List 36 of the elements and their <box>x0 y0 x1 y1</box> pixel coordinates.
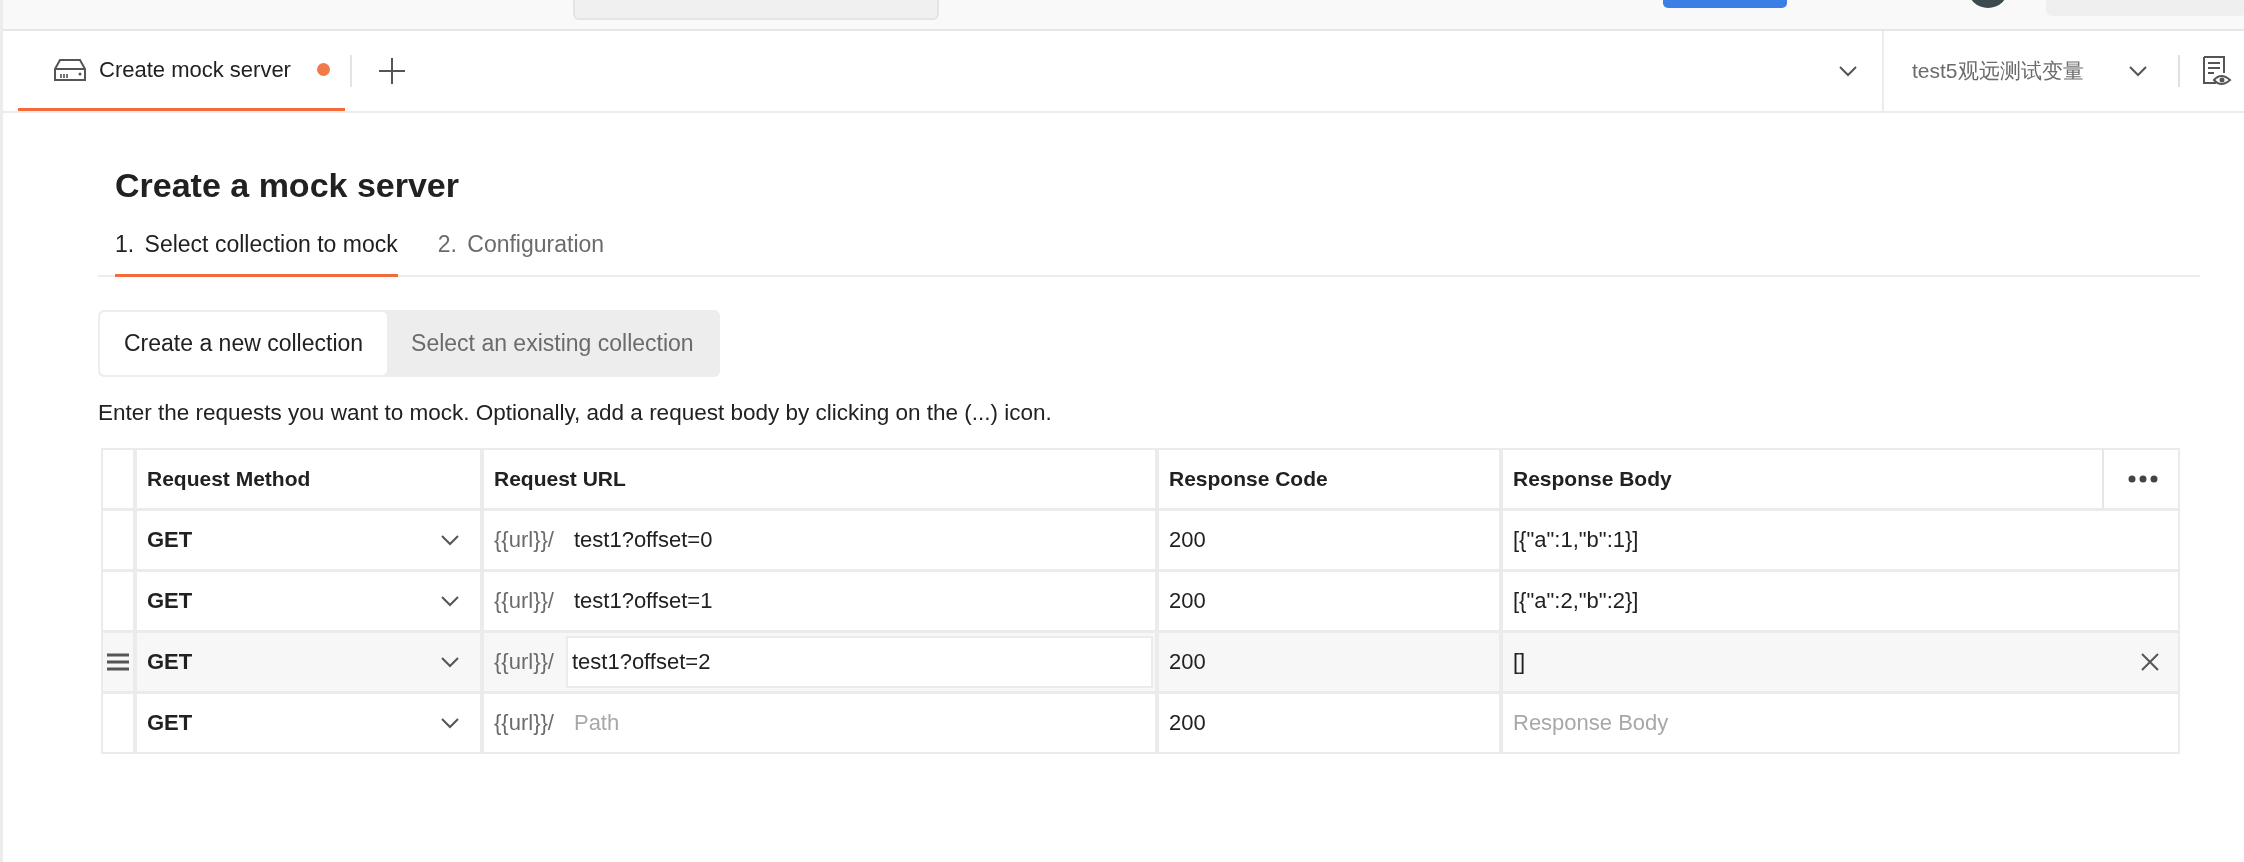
tab-list-chevron-icon <box>1838 65 1858 77</box>
segment-option[interactable]: Create a new collection <box>100 312 388 375</box>
tab-label: Create mock server <box>99 56 291 83</box>
chevron-down-icon <box>440 595 460 607</box>
url-field[interactable]: {{url}}/ test1?offset=0 <box>484 511 1155 569</box>
instructions-text: Enter the requests you want to mock. Optionally, add a request body by clicking on the (...) icon. <box>98 400 1053 426</box>
chevron-down-icon <box>440 717 460 729</box>
column-header: Request URL <box>494 467 626 491</box>
method-dropdown[interactable]: GET <box>137 511 480 569</box>
step-tab[interactable]: 1. Select collection to mock <box>115 221 398 277</box>
url-variable-prefix: {{url}}/ <box>494 527 554 553</box>
method-dropdown[interactable]: GET <box>137 694 480 752</box>
url-field[interactable]: {{url}}/ Path <box>484 694 1155 752</box>
page-title: Create a mock server <box>114 165 460 206</box>
environment-quick-look-icon[interactable] <box>2202 55 2232 87</box>
url-field[interactable]: {{url}}/ test1?offset=1 <box>484 572 1155 630</box>
url-variable-prefix: {{url}}/ <box>494 710 554 736</box>
close-icon[interactable] <box>2140 652 2160 672</box>
method-dropdown[interactable]: GET <box>137 633 480 691</box>
url-variable-prefix: {{url}}/ <box>494 588 554 614</box>
column-header: Response Code <box>1169 467 1328 491</box>
server-icon <box>53 57 87 82</box>
step-tab[interactable]: 2. Configuration <box>437 221 605 277</box>
chevron-down-icon <box>2128 65 2148 77</box>
drag-handle-icon[interactable] <box>106 653 130 671</box>
tab[interactable]: Create mock server <box>18 31 345 111</box>
chevron-down-icon <box>440 534 460 546</box>
segment-option[interactable]: Select an existing collection <box>387 312 718 375</box>
path-input[interactable]: test1?offset=2 <box>565 636 1153 688</box>
chevron-down-icon <box>440 656 460 668</box>
url-field[interactable]: {{url}}/ test1?offset=2 <box>484 633 1155 691</box>
plus-icon[interactable] <box>377 57 406 85</box>
method-dropdown[interactable]: GET <box>137 572 480 630</box>
column-header: Response Body <box>1513 467 1672 491</box>
column-header: Request Method <box>147 467 311 491</box>
url-variable-prefix: {{url}}/ <box>494 649 554 675</box>
